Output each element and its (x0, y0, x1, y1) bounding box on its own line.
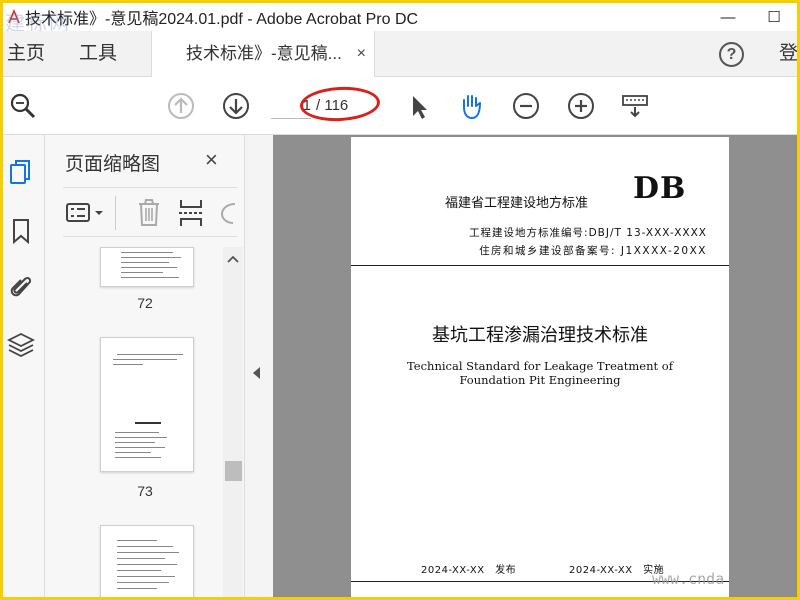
zoom-out-icon[interactable] (512, 92, 540, 120)
title-english-line2: Foundation Pit Engineering (459, 373, 621, 387)
panel-title: 页面缩略图 (65, 154, 161, 175)
page-thumbnails-icon[interactable] (7, 159, 35, 187)
thumbnail-label-72: 72 (137, 295, 153, 311)
home-menu[interactable]: 主页 (7, 31, 45, 77)
help-icon[interactable]: ? (719, 42, 744, 67)
standard-issuer: 福建省工程建设地方标准 (445, 196, 589, 211)
panel-splitter[interactable] (245, 135, 273, 597)
hand-tool-icon[interactable] (457, 92, 485, 120)
keyboard-icon[interactable] (621, 92, 649, 120)
publish-date: 2024-XX-XX 发布 (421, 565, 517, 576)
collapse-panel-arrow-icon[interactable] (253, 367, 260, 379)
layers-icon[interactable] (7, 331, 35, 359)
menu-bar: 主页 工具 技术标准》-意见稿... × ? 登 (3, 31, 797, 78)
rotate-page-icon[interactable] (219, 200, 237, 226)
toolbar-divider (115, 196, 116, 230)
close-tab-button[interactable]: × (357, 31, 366, 77)
options-menu-icon[interactable] (65, 200, 107, 226)
window-title: 技术标准》-意见稿2024.01.pdf - Adobe Acrobat Pro… (25, 11, 419, 28)
panel-toolbar (63, 187, 237, 237)
arrow-down-icon[interactable] (222, 92, 250, 120)
insert-page-icon[interactable] (177, 198, 205, 228)
restore-button[interactable]: ☐ (751, 3, 797, 31)
document-tab-label: 技术标准》-意见稿... (186, 44, 342, 63)
thumbnail-label-73: 73 (137, 483, 153, 499)
delete-page-icon[interactable] (135, 198, 163, 228)
arrow-up-icon[interactable] (167, 92, 195, 120)
bottom-rule (351, 581, 729, 582)
db-mark: DB (633, 171, 687, 206)
acrobat-app-icon (7, 8, 21, 25)
attachment-icon[interactable] (7, 273, 35, 301)
sign-in-button[interactable]: 登 (779, 31, 797, 77)
page-thumbnail-72[interactable] (100, 247, 194, 287)
title-bar: 技术标准》-意见稿2024.01.pdf - Adobe Acrobat Pro… (3, 3, 797, 31)
standard-number: 工程建设地方标准编号:DBJ/T 13-XXX-XXXX (469, 227, 707, 239)
document-tab[interactable]: 技术标准》-意见稿... × (151, 31, 375, 78)
title-chinese: 基坑工程渗漏治理技术标准 (432, 325, 648, 346)
page-thumbnail-74[interactable] (100, 525, 194, 597)
search-zoom-icon[interactable] (9, 92, 37, 120)
zoom-in-icon[interactable] (567, 92, 595, 120)
scroll-up-arrow[interactable] (223, 249, 243, 269)
select-cursor-icon[interactable] (405, 92, 433, 120)
document-viewer[interactable]: 福建省工程建设地方标准 DB 工程建设地方标准编号:DBJ/T 13-XXX-X… (273, 135, 797, 597)
record-number: 住房和城乡建设部备案号: J1XXXX-20XX (479, 245, 707, 257)
title-english-line1: Technical Standard for Leakage Treatment… (407, 359, 673, 373)
thumbnail-scrollbar[interactable] (223, 247, 243, 597)
page-thumbnail-73[interactable] (100, 337, 194, 472)
bookmark-icon[interactable] (7, 217, 35, 245)
page-total: / 116 (316, 97, 349, 114)
tools-menu[interactable]: 工具 (79, 31, 117, 77)
page-number-input[interactable] (271, 93, 311, 119)
implement-date: 2024-XX-XX 实施 (569, 565, 665, 576)
top-rule (351, 265, 729, 266)
acrobat-window: 技术标准》-意见稿2024.01.pdf - Adobe Acrobat Pro… (3, 3, 797, 597)
minimize-button[interactable]: — (705, 3, 751, 31)
navigation-rail (3, 135, 45, 597)
close-panel-button[interactable]: × (205, 147, 218, 173)
scrollbar-thumb[interactable] (225, 461, 242, 481)
toolbar: / 116 (3, 77, 797, 135)
pdf-page: 福建省工程建设地方标准 DB 工程建设地方标准编号:DBJ/T 13-XXX-X… (351, 137, 729, 597)
thumbnails-panel: 页面缩略图 × 72 73 (45, 135, 245, 597)
